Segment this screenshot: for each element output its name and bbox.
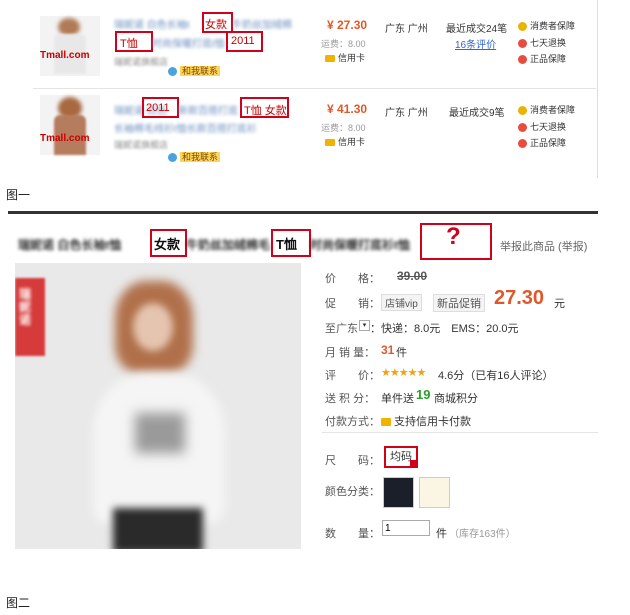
seller-location: 广东 广州 — [385, 108, 428, 119]
quantity-label: 数 量： — [325, 528, 380, 540]
promo-label: 促 销： — [325, 298, 380, 310]
highlight-box — [150, 229, 187, 257]
question-mark: ? — [446, 223, 461, 250]
highlight-box — [226, 31, 263, 52]
report-link[interactable]: 举报此商品 (举报) — [500, 238, 587, 254]
product-title-blur[interactable]: 长袖棉毛线衫t恤长款百搭打底衫 — [114, 120, 257, 135]
recent-deals: 最近成交9笔 — [449, 108, 505, 119]
tmall-logo: Tmall.com — [40, 50, 90, 61]
points-value: 19 — [416, 387, 431, 402]
price-label: 价 格： — [325, 273, 380, 285]
monthly-sales-value: 31 — [381, 343, 395, 357]
credit-card-icon — [325, 55, 335, 63]
monthly-sales-label: 月 销 量： — [325, 347, 376, 359]
points-suffix: 商城积分 — [434, 393, 478, 405]
genuine-icon — [518, 55, 527, 65]
ship-to-label: 至广东 — [325, 323, 358, 335]
wangwang-icon — [168, 153, 177, 163]
product-thumbnail[interactable] — [40, 16, 100, 76]
promo-price: 27.30 — [494, 287, 545, 309]
ship-region-dropdown[interactable]: ▾ — [359, 320, 370, 331]
promo-badge-new: 新品促销 — [433, 294, 485, 312]
row-divider — [33, 88, 596, 89]
points-prefix: 单件送 — [381, 393, 414, 405]
shield-icon — [518, 106, 527, 116]
shop-name-blur: 瑞妮诺旗舰店 — [114, 57, 169, 67]
options-divider — [322, 432, 598, 433]
shield-icon — [518, 22, 527, 32]
figure-caption: 图一 — [6, 188, 31, 202]
credit-card-icon — [381, 418, 391, 427]
chat-button[interactable]: 和我联系 — [168, 150, 221, 163]
stock-count: （库存163件） — [449, 529, 516, 540]
original-price: 39.00 — [397, 269, 428, 283]
product-title-blur: 牛奶丝加绒棉毛 — [186, 238, 271, 252]
shipping-fee: 运费：8.00 — [321, 123, 366, 133]
service-return: 七天退换 — [518, 36, 566, 49]
figure2-top-border — [8, 211, 598, 214]
item-price: ¥ 41.30 — [327, 102, 368, 116]
item-price: ¥ 27.30 — [327, 18, 368, 32]
product-title-blur: 时尚保暖打底衫t恤 — [310, 238, 410, 252]
shipping-options: ：快递：8.0元 EMS：20.0元 — [370, 323, 519, 335]
size-label: 尺 码： — [325, 455, 380, 467]
product-thumbnail[interactable] — [40, 95, 100, 155]
highlight-box — [202, 12, 233, 33]
service-consumer: 消费者保障 — [518, 103, 575, 116]
store-badge-text: 瑞妮诺 — [19, 287, 32, 328]
highlight-box — [115, 31, 153, 52]
tmall-logo: Tmall.com — [40, 133, 90, 144]
shipping-fee: 运费：8.00 — [321, 39, 366, 49]
product-main-image[interactable]: 瑞妮诺 — [15, 263, 301, 549]
figure-caption: 图二 — [6, 596, 31, 610]
selected-check-icon — [410, 460, 416, 466]
payment-label: 付款方式： — [325, 416, 380, 428]
recent-deals: 最近成交24笔 — [446, 24, 508, 35]
highlight-box — [240, 97, 289, 118]
product-title-blur[interactable]: 时尚保暖打底t恤 — [152, 35, 225, 50]
color-swatch-cream[interactable] — [419, 477, 450, 508]
seven-day-icon — [518, 39, 527, 49]
credit-card-badge: 信用卡 — [325, 135, 365, 148]
credit-card-badge: 信用卡 — [325, 51, 365, 64]
color-swatch-black[interactable] — [383, 477, 414, 508]
service-genuine: 正品保障 — [518, 136, 566, 149]
shop-name-blur: 瑞妮诺旗舰店 — [114, 140, 169, 150]
payment-method: 支持信用卡付款 — [381, 413, 471, 429]
promo-badge-vip: 店铺vip — [381, 294, 422, 311]
rating-value[interactable]: 4.6分（已有16人评论） — [438, 367, 554, 383]
quantity-input[interactable] — [382, 520, 430, 536]
product-title-blur[interactable]: 牛奶丝加绒棉 — [232, 16, 292, 31]
service-genuine: 正品保障 — [518, 52, 566, 65]
color-label: 颜色分类： — [325, 486, 380, 498]
genuine-icon — [518, 139, 527, 149]
chat-button[interactable]: 和我联系 — [168, 64, 221, 77]
wangwang-icon — [168, 67, 177, 77]
points-label: 送 积 分： — [325, 393, 376, 405]
highlight-box — [142, 97, 179, 118]
rating-stars: ★★★★★ — [381, 367, 426, 379]
seller-location: 广东 广州 — [385, 24, 428, 35]
credit-card-icon — [325, 139, 335, 147]
seven-day-icon — [518, 123, 527, 133]
service-return: 七天退换 — [518, 120, 566, 133]
service-consumer: 消费者保障 — [518, 19, 575, 32]
product-title-blur: 瑞妮诺 白色长袖t恤 — [18, 238, 122, 252]
rating-label: 评 价： — [325, 370, 380, 382]
review-count-link[interactable]: 16条评价 — [455, 36, 496, 51]
product-title-blur[interactable]: 新款百搭打底 — [178, 102, 238, 117]
highlight-box — [271, 229, 311, 257]
quantity-unit: 件 — [436, 528, 447, 540]
promo-price-unit: 元 — [554, 298, 565, 310]
monthly-sales-unit: 件 — [396, 347, 407, 359]
product-title-blur[interactable]: 瑞妮诺 白色长袖t — [114, 16, 190, 31]
